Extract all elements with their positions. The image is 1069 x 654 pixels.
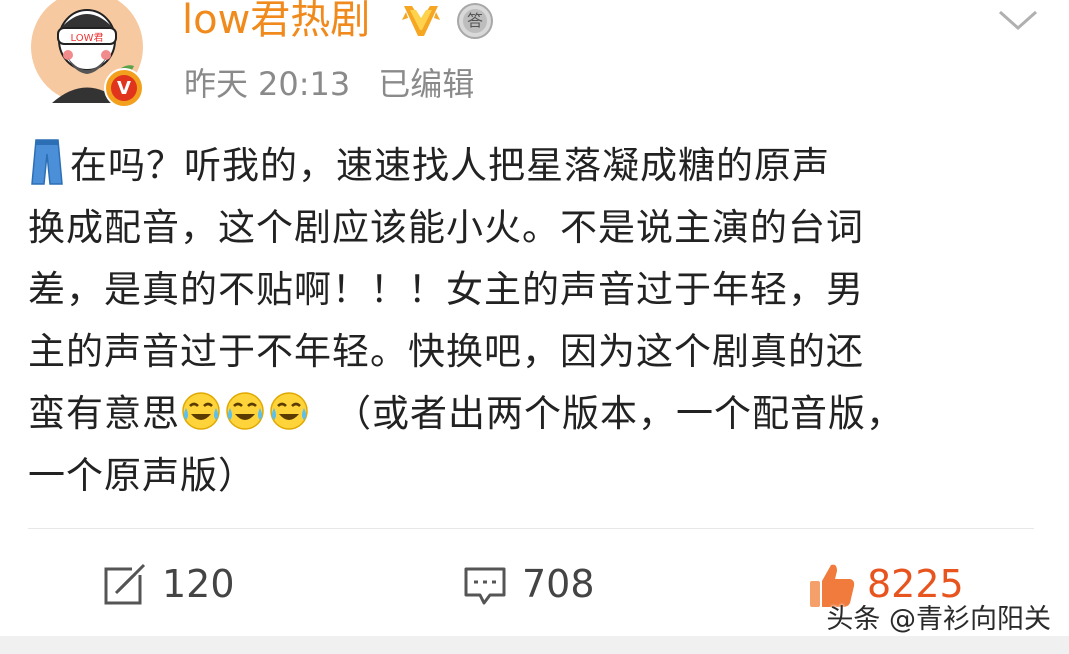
comment-count: 708 (522, 562, 595, 606)
content-line-1: 在吗？听我的，速速找人把星落凝成糖的原声 (28, 135, 1038, 197)
content-line-4: 主的声音过于不年轻。快换吧，因为这个剧真的还 (28, 330, 864, 373)
content-line-3: 差，是真的不贴啊！！！女主的声音过于年轻，男 (28, 268, 864, 311)
laugh-cry-emoji-icon (180, 389, 222, 431)
jeans-emoji-icon (28, 138, 66, 186)
post-content: 在吗？听我的，速速找人把星落凝成糖的原声 换成配音，这个剧应该能小火。不是说主演… (28, 135, 1038, 507)
avatar-text: LOW君 (71, 32, 104, 44)
comment-icon (462, 561, 508, 607)
content-line-2: 换成配音，这个剧应该能小火。不是说主演的台词 (28, 206, 864, 249)
laugh-cry-emoji-icon (224, 389, 266, 431)
answer-badge-icon[interactable]: 答 (456, 2, 494, 40)
post-date: 昨天 (184, 65, 249, 103)
repost-button[interactable]: 120 (102, 558, 235, 610)
chevron-down-icon[interactable] (996, 6, 1040, 34)
author-name[interactable]: low君热剧 (182, 0, 370, 46)
watermark: 头条 @青衫向阳关 (826, 604, 1051, 635)
avatar[interactable]: LOW君 V (30, 0, 148, 108)
edited-label[interactable]: 已编辑 (378, 65, 474, 103)
content-line-5: 蛮有意思 （或者出两个版本，一个配音版， (28, 383, 1038, 445)
laugh-cry-emoji-icon (268, 389, 310, 431)
verified-badge: V (104, 68, 144, 108)
post-meta: 昨天 20:13 已编辑 (184, 62, 474, 106)
post-time: 20:13 (258, 65, 351, 103)
divider (28, 528, 1034, 529)
content-line-6: 一个原声版） (28, 454, 256, 497)
repost-icon (102, 561, 148, 607)
comment-button[interactable]: 708 (462, 558, 595, 610)
vip-badge-icon[interactable] (400, 2, 442, 40)
repost-count: 120 (162, 562, 235, 606)
answer-badge-label: 答 (466, 11, 483, 30)
